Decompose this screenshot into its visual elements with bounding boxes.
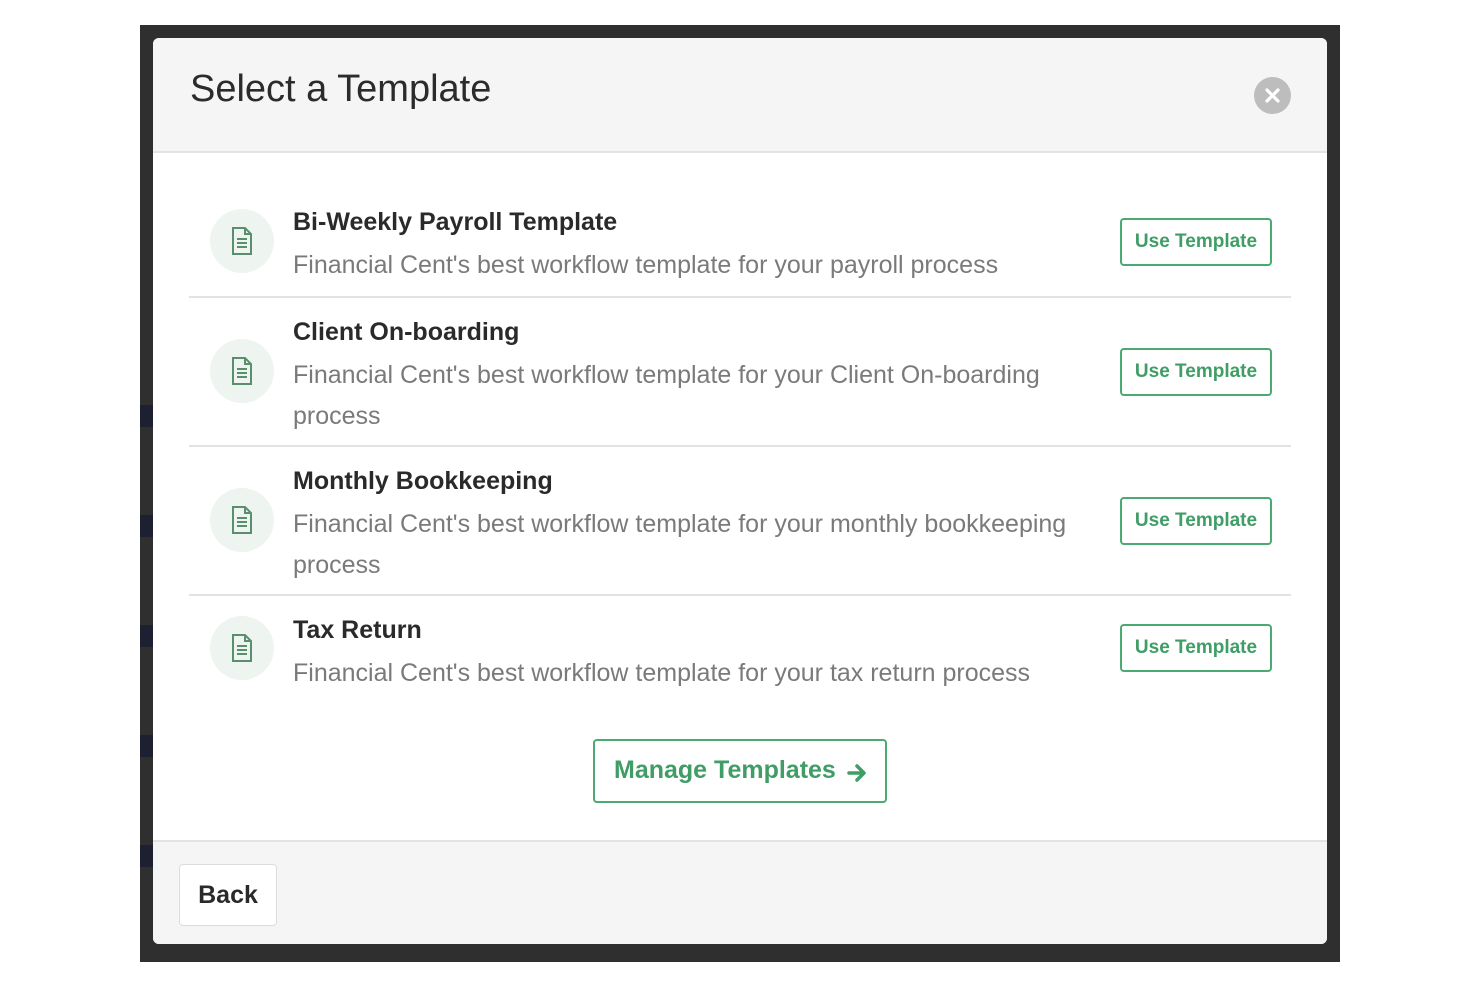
use-template-button[interactable]: Use Template bbox=[1120, 497, 1272, 545]
template-description: Financial Cent's best workflow template … bbox=[293, 251, 999, 279]
document-icon bbox=[232, 357, 252, 385]
template-item: Tax Return Financial Cent's best workflo… bbox=[189, 596, 1291, 701]
manage-templates-label: Manage Templates bbox=[614, 756, 836, 784]
modal-footer: Back bbox=[153, 840, 1327, 944]
template-text: Client On-boarding Financial Cent's best… bbox=[293, 315, 1073, 437]
template-name: Tax Return bbox=[293, 616, 422, 644]
template-item: Bi-Weekly Payroll Template Financial Cen… bbox=[189, 191, 1291, 298]
template-name: Client On-boarding bbox=[293, 318, 520, 346]
template-icon-badge bbox=[210, 339, 274, 403]
template-icon-badge bbox=[210, 209, 274, 273]
template-description: Financial Cent's best workflow template … bbox=[293, 510, 1067, 579]
template-item: Monthly Bookkeeping Financial Cent's bes… bbox=[189, 447, 1291, 596]
use-template-button[interactable]: Use Template bbox=[1120, 218, 1272, 266]
template-description: Financial Cent's best workflow template … bbox=[293, 659, 1031, 687]
manage-templates-button[interactable]: Manage Templates bbox=[593, 739, 887, 803]
backdrop-row bbox=[140, 405, 154, 427]
template-name: Bi-Weekly Payroll Template bbox=[293, 208, 618, 236]
close-icon bbox=[1265, 88, 1280, 103]
backdrop-row bbox=[140, 625, 154, 647]
backdrop-row bbox=[140, 735, 154, 757]
use-template-button[interactable]: Use Template bbox=[1120, 348, 1272, 396]
document-icon bbox=[232, 506, 252, 534]
document-icon bbox=[232, 634, 252, 662]
template-item: Client On-boarding Financial Cent's best… bbox=[189, 298, 1291, 447]
template-icon-badge bbox=[210, 488, 274, 552]
template-text: Bi-Weekly Payroll Template Financial Cen… bbox=[293, 205, 1073, 286]
use-template-button[interactable]: Use Template bbox=[1120, 624, 1272, 672]
template-list: Bi-Weekly Payroll Template Financial Cen… bbox=[189, 191, 1291, 701]
template-icon-badge bbox=[210, 616, 274, 680]
template-name: Monthly Bookkeeping bbox=[293, 467, 553, 495]
arrow-right-icon bbox=[847, 764, 866, 782]
template-text: Tax Return Financial Cent's best workflo… bbox=[293, 613, 1073, 694]
document-icon bbox=[232, 227, 252, 255]
template-description: Financial Cent's best workflow template … bbox=[293, 361, 1040, 430]
close-button[interactable] bbox=[1254, 77, 1291, 114]
modal-title: Select a Template bbox=[190, 68, 492, 110]
modal-header: Select a Template bbox=[153, 38, 1327, 153]
template-text: Monthly Bookkeeping Financial Cent's bes… bbox=[293, 464, 1073, 586]
backdrop-row bbox=[140, 515, 154, 537]
select-template-modal: Select a Template Bi-Weekly Payroll Temp… bbox=[153, 38, 1327, 944]
back-button[interactable]: Back bbox=[179, 864, 277, 926]
backdrop-row bbox=[140, 845, 154, 867]
